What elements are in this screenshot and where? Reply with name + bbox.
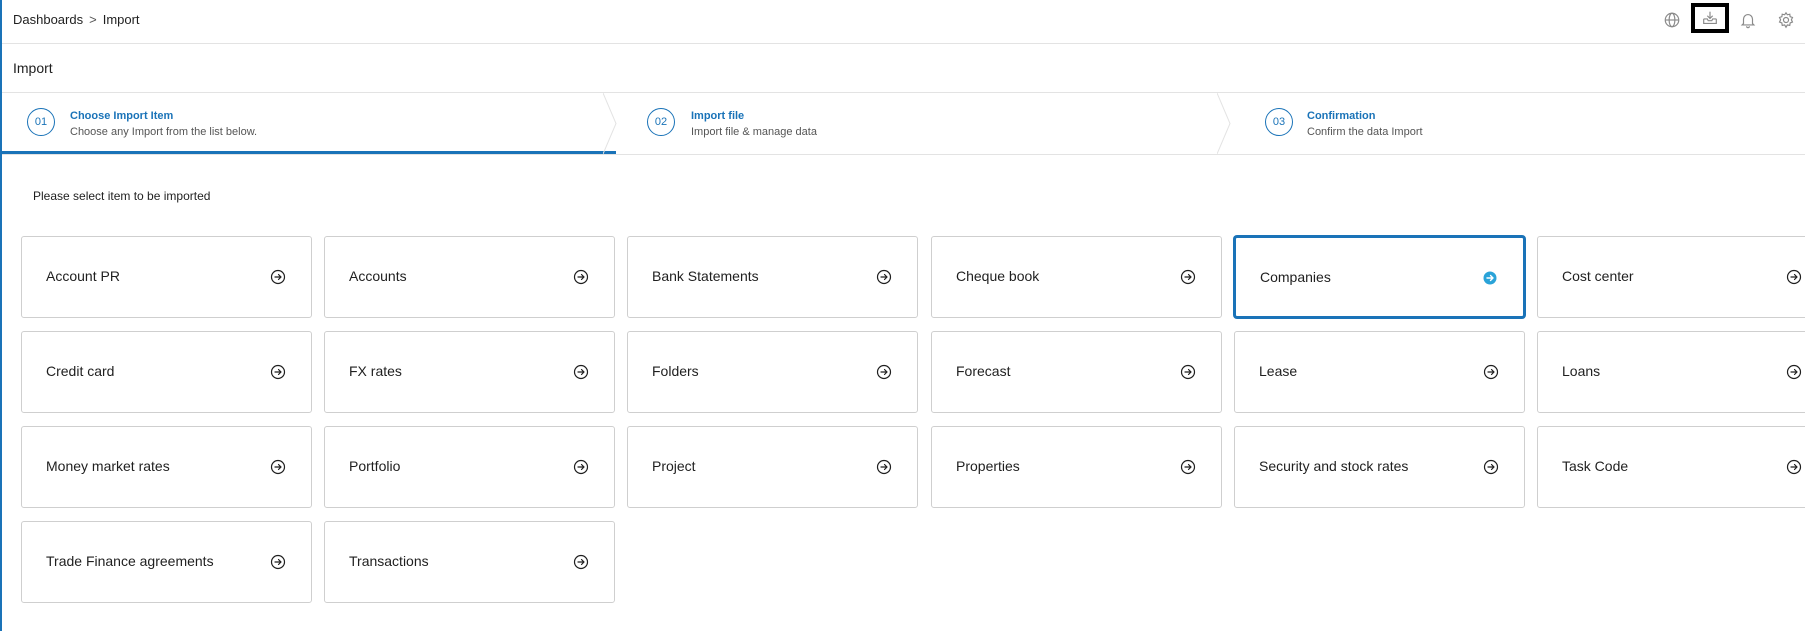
arrow-right-circle-icon <box>1180 269 1196 285</box>
import-item-card-trade-finance-agreements[interactable]: Trade Finance agreements <box>21 521 312 603</box>
step-confirmation[interactable]: 03 Confirmation Confirm the data Import <box>1230 93 1805 154</box>
top-bar: Dashboards > Import <box>2 0 1805 44</box>
import-item-label: Credit card <box>46 363 115 379</box>
step-import-file[interactable]: 02 Import file Import file & manage data <box>616 93 1231 154</box>
download-tray-icon[interactable] <box>1691 3 1729 33</box>
breadcrumb-separator: > <box>89 12 97 27</box>
arrow-right-circle-icon <box>573 459 589 475</box>
import-item-label: Transactions <box>349 553 429 569</box>
arrow-right-circle-icon <box>270 364 286 380</box>
step-number: 01 <box>27 108 55 136</box>
import-item-card-account-pr[interactable]: Account PR <box>21 236 312 318</box>
import-item-label: Security and stock rates <box>1259 458 1409 474</box>
page-title: Import <box>13 60 53 76</box>
gear-icon[interactable] <box>1767 7 1805 33</box>
arrow-right-circle-icon <box>1482 270 1498 286</box>
step-subtitle: Confirm the data Import <box>1307 126 1423 138</box>
step-title: Confirmation <box>1307 110 1376 122</box>
import-item-label: Task Code <box>1562 458 1629 474</box>
import-item-card-forecast[interactable]: Forecast <box>931 331 1222 413</box>
step-number: 03 <box>1265 108 1293 136</box>
import-item-card-security-and-stock-rates[interactable]: Security and stock rates <box>1234 426 1525 508</box>
import-item-label: Bank Statements <box>652 268 759 284</box>
import-item-label: Loans <box>1562 363 1601 379</box>
import-item-label: Properties <box>956 458 1020 474</box>
import-item-card-bank-statements[interactable]: Bank Statements <box>627 236 918 318</box>
import-item-card-properties[interactable]: Properties <box>931 426 1222 508</box>
arrow-right-circle-icon <box>573 269 589 285</box>
import-item-card-folders[interactable]: Folders <box>627 331 918 413</box>
import-item-label: Trade Finance agreements <box>46 553 214 569</box>
globe-icon[interactable] <box>1653 7 1691 33</box>
arrow-right-circle-icon <box>1483 364 1499 380</box>
step-choose-item[interactable]: 01 Choose Import Item Choose any Import … <box>2 93 617 154</box>
arrow-right-circle-icon <box>1180 459 1196 475</box>
import-item-label: Account PR <box>46 268 120 284</box>
arrow-right-circle-icon <box>876 364 892 380</box>
import-stepper: 01 Choose Import Item Choose any Import … <box>2 93 1805 155</box>
import-item-label: Forecast <box>956 363 1011 379</box>
top-icons <box>1653 3 1805 33</box>
arrow-right-circle-icon <box>1180 364 1196 380</box>
import-item-card-loans[interactable]: Loans <box>1537 331 1805 413</box>
import-item-card-lease[interactable]: Lease <box>1234 331 1525 413</box>
step-subtitle: Import file & manage data <box>691 126 817 138</box>
import-item-card-companies[interactable]: Companies <box>1234 236 1525 318</box>
import-item-card-transactions[interactable]: Transactions <box>324 521 615 603</box>
import-item-card-portfolio[interactable]: Portfolio <box>324 426 615 508</box>
import-item-label: Cheque book <box>956 268 1040 284</box>
import-item-label: Cost center <box>1562 268 1634 284</box>
import-item-label: Portfolio <box>349 458 401 474</box>
arrow-right-circle-icon <box>876 269 892 285</box>
import-item-label: Folders <box>652 363 699 379</box>
import-item-card-fx-rates[interactable]: FX rates <box>324 331 615 413</box>
step-subtitle: Choose any Import from the list below. <box>70 126 258 138</box>
import-item-label: Project <box>652 458 696 474</box>
import-item-card-task-code[interactable]: Task Code <box>1537 426 1805 508</box>
bell-icon[interactable] <box>1729 7 1767 33</box>
arrow-right-circle-icon <box>573 554 589 570</box>
step-title: Choose Import Item <box>70 110 174 122</box>
import-item-card-cheque-book[interactable]: Cheque book <box>931 236 1222 318</box>
arrow-right-circle-icon <box>1483 459 1499 475</box>
breadcrumb-current: Import <box>102 12 140 27</box>
import-item-label: FX rates <box>349 363 402 379</box>
arrow-right-circle-icon <box>270 459 286 475</box>
import-item-card-accounts[interactable]: Accounts <box>324 236 615 318</box>
import-item-card-cost-center[interactable]: Cost center <box>1537 236 1805 318</box>
import-item-label: Accounts <box>349 268 407 284</box>
page-header: Import <box>2 44 1805 93</box>
import-item-label: Money market rates <box>46 458 170 474</box>
import-item-label: Companies <box>1260 269 1331 285</box>
select-prompt: Please select item to be imported <box>33 189 211 203</box>
arrow-right-circle-icon <box>573 364 589 380</box>
arrow-right-circle-icon <box>1786 364 1802 380</box>
step-title: Import file <box>691 110 745 122</box>
import-item-card-money-market-rates[interactable]: Money market rates <box>21 426 312 508</box>
arrow-right-circle-icon <box>270 554 286 570</box>
step-divider <box>1217 93 1231 154</box>
import-item-label: Lease <box>1259 363 1298 379</box>
step-number: 02 <box>647 108 675 136</box>
arrow-right-circle-icon <box>1786 459 1802 475</box>
breadcrumb-dashboards[interactable]: Dashboards <box>13 12 83 27</box>
step-divider <box>603 93 617 154</box>
arrow-right-circle-icon <box>270 269 286 285</box>
import-item-card-project[interactable]: Project <box>627 426 918 508</box>
arrow-right-circle-icon <box>1786 269 1802 285</box>
import-item-card-credit-card[interactable]: Credit card <box>21 331 312 413</box>
arrow-right-circle-icon <box>876 459 892 475</box>
breadcrumb: Dashboards > Import <box>13 12 140 27</box>
